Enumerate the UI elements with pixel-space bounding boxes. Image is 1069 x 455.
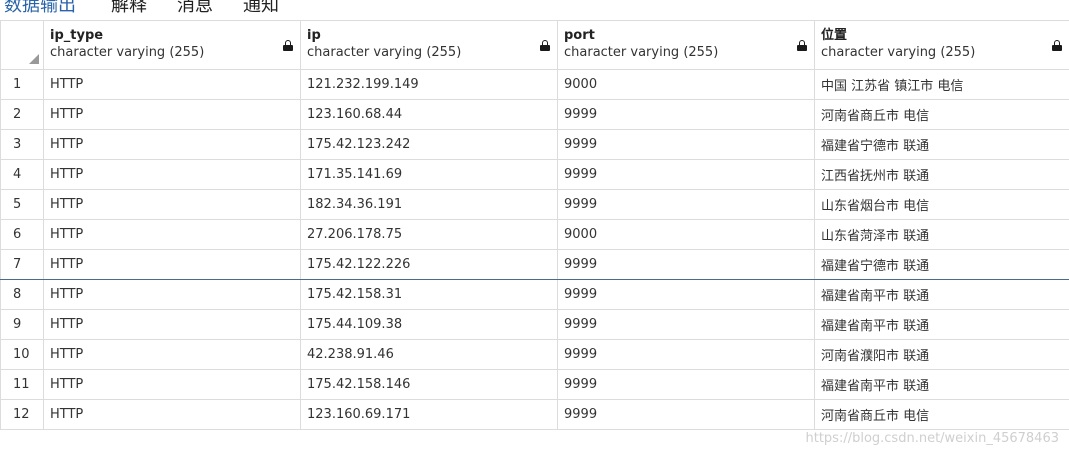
cell-location[interactable]: 河南省商丘市 电信 <box>814 399 1069 430</box>
grid-header-row: ip_type character varying (255) ip chara… <box>0 20 1069 70</box>
cell-ip-type[interactable]: HTTP <box>43 159 301 190</box>
cell-ip-type[interactable]: HTTP <box>43 69 301 100</box>
cell-port[interactable]: 9999 <box>557 399 815 430</box>
cell-port[interactable]: 9999 <box>557 129 815 160</box>
table-row[interactable]: 2 HTTP 123.160.68.44 9999 河南省商丘市 电信 <box>0 99 1069 130</box>
cell-ip-type[interactable]: HTTP <box>43 189 301 220</box>
table-row[interactable]: 3 HTTP 175.42.123.242 9999 福建省宁德市 联通 <box>0 129 1069 160</box>
cell-ip-type[interactable]: HTTP <box>43 219 301 250</box>
column-type: character varying (255) <box>564 45 719 60</box>
cell-ip[interactable]: 171.35.141.69 <box>300 159 558 190</box>
cell-ip[interactable]: 182.34.36.191 <box>300 189 558 220</box>
column-header-ip[interactable]: ip character varying (255) <box>300 20 558 70</box>
table-row[interactable]: 5 HTTP 182.34.36.191 9999 山东省烟台市 电信 <box>0 189 1069 220</box>
cell-ip-type[interactable]: HTTP <box>43 339 301 370</box>
cell-location[interactable]: 福建省南平市 联通 <box>814 279 1069 310</box>
table-row[interactable]: 1 HTTP 121.232.199.149 9000 中国 江苏省 镇江市 电… <box>0 69 1069 100</box>
select-all-triangle-icon <box>29 54 39 64</box>
row-number[interactable]: 10 <box>0 339 44 370</box>
cell-ip-type[interactable]: HTTP <box>43 99 301 130</box>
column-type: character varying (255) <box>50 45 205 60</box>
cell-location[interactable]: 河南省商丘市 电信 <box>814 99 1069 130</box>
row-number[interactable]: 3 <box>0 129 44 160</box>
cell-ip-type[interactable]: HTTP <box>43 129 301 160</box>
tab-messages[interactable]: 消息 <box>177 0 213 17</box>
column-header-ip-type[interactable]: ip_type character varying (255) <box>43 20 301 70</box>
cell-ip[interactable]: 175.44.109.38 <box>300 309 558 340</box>
cell-location[interactable]: 福建省宁德市 联通 <box>814 129 1069 160</box>
tab-data-output[interactable]: 数据输出 <box>4 0 76 17</box>
cell-location[interactable]: 福建省南平市 联通 <box>814 369 1069 400</box>
cell-ip[interactable]: 175.42.123.242 <box>300 129 558 160</box>
table-row[interactable]: 12 HTTP 123.160.69.171 9999 河南省商丘市 电信 <box>0 399 1069 430</box>
table-row[interactable]: 6 HTTP 27.206.178.75 9000 山东省菏泽市 联通 <box>0 219 1069 250</box>
data-output-grid: ip_type character varying (255) ip chara… <box>0 20 1069 430</box>
row-number[interactable]: 9 <box>0 309 44 340</box>
cell-location[interactable]: 福建省南平市 联通 <box>814 309 1069 340</box>
cell-port[interactable]: 9999 <box>557 309 815 340</box>
row-number[interactable]: 5 <box>0 189 44 220</box>
column-name: 位置 <box>821 28 848 43</box>
column-name: port <box>564 28 595 43</box>
cell-location[interactable]: 河南省濮阳市 联通 <box>814 339 1069 370</box>
row-number[interactable]: 11 <box>0 369 44 400</box>
cell-location[interactable]: 山东省烟台市 电信 <box>814 189 1069 220</box>
watermark-text: https://blog.csdn.net/weixin_45678463 <box>805 431 1059 446</box>
row-number[interactable]: 6 <box>0 219 44 250</box>
cell-ip[interactable]: 42.238.91.46 <box>300 339 558 370</box>
cell-ip-type[interactable]: HTTP <box>43 369 301 400</box>
cell-ip-type[interactable]: HTTP <box>43 399 301 430</box>
column-name: ip_type <box>50 28 104 43</box>
row-number[interactable]: 12 <box>0 399 44 430</box>
table-row[interactable]: 9 HTTP 175.44.109.38 9999 福建省南平市 联通 <box>0 309 1069 340</box>
cell-ip[interactable]: 123.160.68.44 <box>300 99 558 130</box>
column-name: ip <box>307 28 321 43</box>
cell-port[interactable]: 9000 <box>557 69 815 100</box>
cell-port[interactable]: 9999 <box>557 249 815 280</box>
cell-port[interactable]: 9999 <box>557 189 815 220</box>
column-type: character varying (255) <box>821 45 976 60</box>
cell-port[interactable]: 9999 <box>557 159 815 190</box>
cell-location[interactable]: 福建省宁德市 联通 <box>814 249 1069 280</box>
tab-explain[interactable]: 解释 <box>111 0 147 17</box>
cell-port[interactable]: 9999 <box>557 99 815 130</box>
cell-location[interactable]: 中国 江苏省 镇江市 电信 <box>814 69 1069 100</box>
row-number[interactable]: 4 <box>0 159 44 190</box>
lock-icon <box>283 40 293 51</box>
output-tab-bar: 数据输出 解释 消息 通知 <box>0 0 1069 20</box>
cell-ip[interactable]: 175.42.158.31 <box>300 279 558 310</box>
cell-port[interactable]: 9999 <box>557 339 815 370</box>
table-row[interactable]: 10 HTTP 42.238.91.46 9999 河南省濮阳市 联通 <box>0 339 1069 370</box>
cell-ip-type[interactable]: HTTP <box>43 279 301 310</box>
table-row[interactable]: 8 HTTP 175.42.158.31 9999 福建省南平市 联通 <box>0 279 1069 310</box>
cell-location[interactable]: 江西省抚州市 联通 <box>814 159 1069 190</box>
table-row[interactable]: 4 HTTP 171.35.141.69 9999 江西省抚州市 联通 <box>0 159 1069 190</box>
cell-ip[interactable]: 175.42.122.226 <box>300 249 558 280</box>
lock-icon <box>540 40 550 51</box>
row-number[interactable]: 2 <box>0 99 44 130</box>
cell-ip[interactable]: 123.160.69.171 <box>300 399 558 430</box>
row-number[interactable]: 7 <box>0 249 44 280</box>
lock-icon <box>1052 40 1062 51</box>
table-row-selected[interactable]: 7 HTTP 175.42.122.226 9999 福建省宁德市 联通 <box>0 249 1069 280</box>
cell-ip-type[interactable]: HTTP <box>43 249 301 280</box>
cell-port[interactable]: 9999 <box>557 369 815 400</box>
cell-ip[interactable]: 121.232.199.149 <box>300 69 558 100</box>
cell-ip-type[interactable]: HTTP <box>43 309 301 340</box>
column-header-port[interactable]: port character varying (255) <box>557 20 815 70</box>
row-number[interactable]: 1 <box>0 69 44 100</box>
cell-ip[interactable]: 175.42.158.146 <box>300 369 558 400</box>
column-header-location[interactable]: 位置 character varying (255) <box>814 20 1069 70</box>
select-all-corner[interactable] <box>0 20 44 70</box>
cell-port[interactable]: 9000 <box>557 219 815 250</box>
row-number[interactable]: 8 <box>0 279 44 310</box>
tab-notifications[interactable]: 通知 <box>243 0 279 17</box>
lock-icon <box>797 40 807 51</box>
column-type: character varying (255) <box>307 45 462 60</box>
cell-port[interactable]: 9999 <box>557 279 815 310</box>
cell-ip[interactable]: 27.206.178.75 <box>300 219 558 250</box>
cell-location[interactable]: 山东省菏泽市 联通 <box>814 219 1069 250</box>
table-row[interactable]: 11 HTTP 175.42.158.146 9999 福建省南平市 联通 <box>0 369 1069 400</box>
